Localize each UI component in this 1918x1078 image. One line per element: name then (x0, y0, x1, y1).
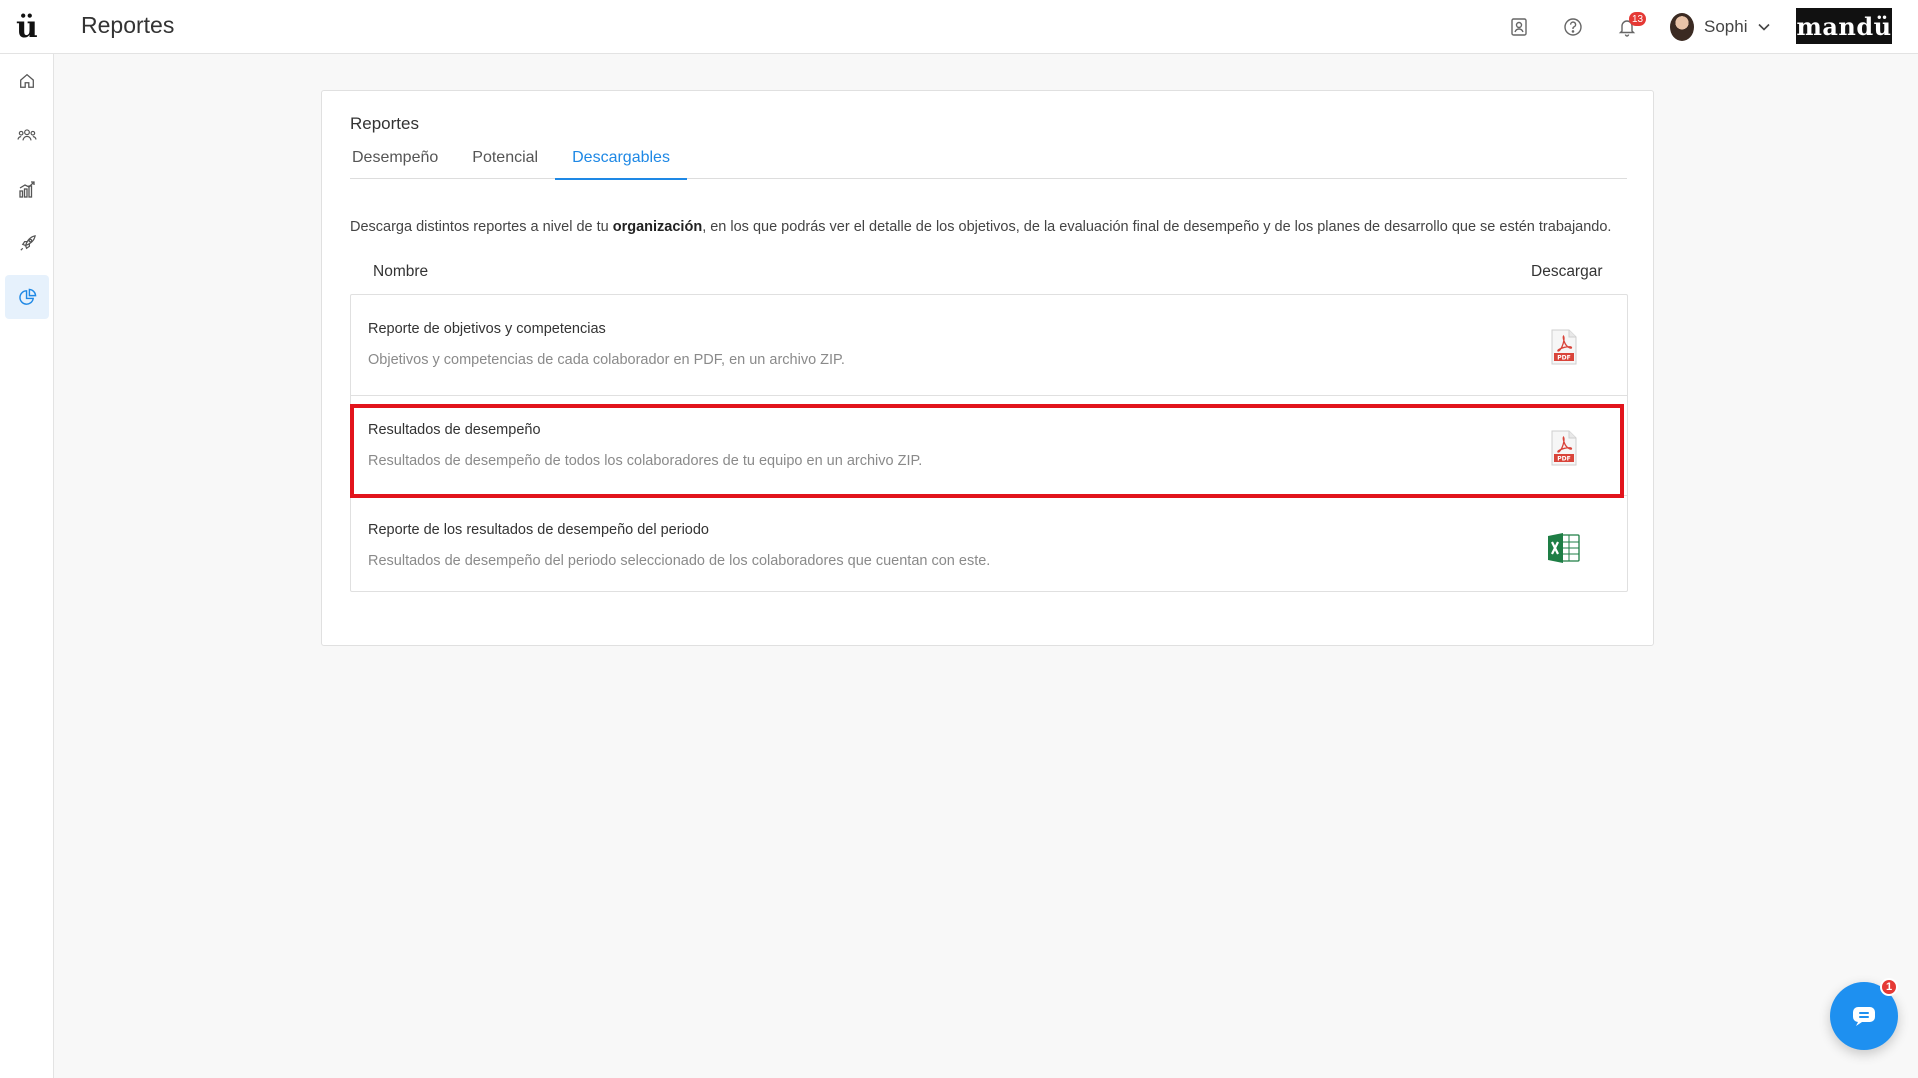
excel-file-icon (1548, 533, 1580, 563)
user-menu[interactable]: Sophi (1670, 12, 1771, 42)
people-icon (17, 129, 37, 141)
sidebar-item-growth[interactable] (5, 167, 49, 211)
pdf-file-icon: PDF (1551, 329, 1577, 365)
chat-icon (1853, 1007, 1875, 1026)
description-text: Descarga distintos reportes a nivel de t… (350, 219, 1611, 235)
avatar (1670, 13, 1694, 41)
chat-badge: 1 (1880, 978, 1898, 996)
svg-text:PDF: PDF (1557, 456, 1570, 463)
chevron-down-icon (1758, 23, 1771, 31)
description-end: , en los que podrás ver el detalle de lo… (702, 219, 1612, 235)
column-header-name: Nombre (373, 263, 429, 280)
reports-card: Reportes Desempeño Potencial Descargable… (321, 90, 1654, 646)
row-subtitle: Resultados de desempeño de todos los col… (368, 453, 923, 469)
growth-chart-icon (19, 181, 35, 198)
sidebar-item-development[interactable] (5, 221, 49, 265)
tab-potencial[interactable]: Potencial (455, 137, 555, 179)
row-title: Reporte de objetivos y competencias (368, 321, 606, 337)
notifications-button[interactable]: 13 (1614, 12, 1647, 40)
sidebar-item-reports[interactable] (5, 275, 49, 319)
chat-button[interactable]: 1 (1830, 978, 1898, 1050)
report-tabs: Desempeño Potencial Descargables (350, 137, 1627, 180)
downloads-table: Reporte de objetivos y competencias Obje… (350, 294, 1628, 592)
row-title: Resultados de desempeño (368, 422, 541, 438)
tab-descargables[interactable]: Descargables (555, 137, 687, 180)
sidebar (0, 54, 54, 1078)
top-bar: ü Reportes 13 Sophi mandü (0, 0, 1918, 54)
download-excel-button[interactable] (1546, 528, 1582, 568)
sidebar-item-home[interactable] (5, 59, 49, 103)
svg-text:PDF: PDF (1557, 355, 1570, 362)
app-logo[interactable]: ü (0, 0, 54, 54)
user-name: Sophi (1704, 17, 1748, 36)
row-title: Reporte de los resultados de desempeño d… (368, 522, 709, 538)
home-icon (20, 73, 34, 88)
description-start: Descarga distintos reportes a nivel de t… (350, 219, 613, 235)
table-row: Resultados de desempeño Resultados de de… (351, 395, 1627, 495)
pie-chart-icon (18, 288, 36, 305)
help-icon[interactable] (1560, 14, 1586, 40)
column-header-download: Descargar (1531, 263, 1603, 280)
brand-logo: mandü (1796, 8, 1892, 44)
rocket-icon (19, 234, 36, 251)
description-bold: organización (612, 219, 703, 235)
notifications-badge: 13 (1629, 12, 1647, 26)
tab-desempeno[interactable]: Desempeño (350, 137, 455, 179)
sidebar-item-people[interactable] (5, 113, 49, 157)
table-row: Reporte de objetivos y competencias Obje… (351, 295, 1627, 395)
table-row: Reporte de los resultados de desempeño d… (351, 495, 1627, 591)
row-subtitle: Objetivos y competencias de cada colabor… (368, 352, 845, 368)
download-pdf-button[interactable]: PDF (1546, 428, 1582, 468)
download-pdf-button[interactable]: PDF (1546, 327, 1582, 367)
row-subtitle: Resultados de desempeño del periodo sele… (368, 553, 991, 569)
pdf-file-icon: PDF (1551, 430, 1577, 466)
page-title: Reportes (81, 12, 175, 38)
contact-card-icon[interactable] (1506, 14, 1532, 40)
card-title: Reportes (350, 114, 419, 133)
